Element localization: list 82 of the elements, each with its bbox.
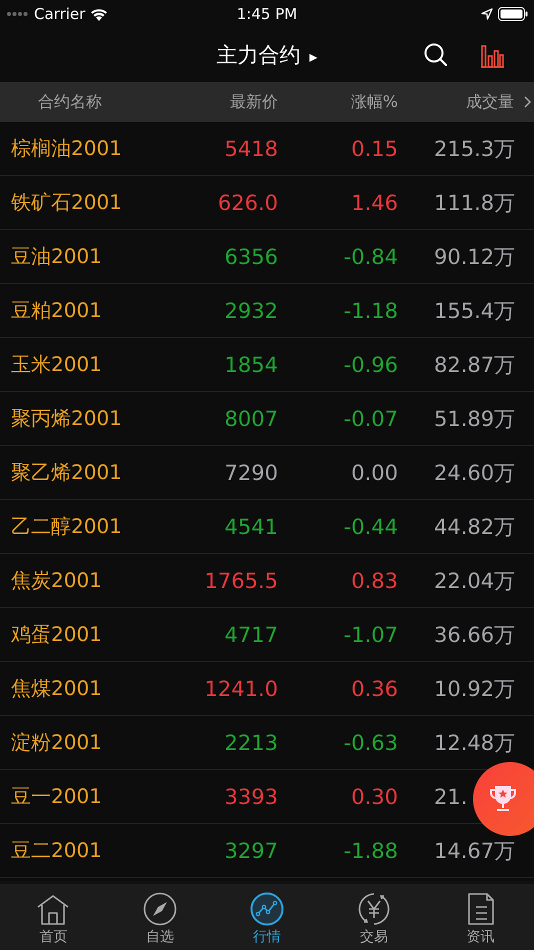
column-header: 最新价	[229, 92, 278, 112]
signal-icon	[7, 11, 29, 17]
change-cell-text: -1.07	[342, 622, 398, 646]
change-cell-text: -0.84	[342, 244, 398, 268]
location-icon	[481, 8, 493, 20]
column-header: 涨幅%	[350, 92, 398, 112]
chevron-right-icon[interactable]	[524, 96, 531, 108]
change-cell-text: -1.88	[342, 838, 398, 862]
change-cell-text: -0.63	[342, 730, 398, 754]
trophy-button[interactable]	[473, 762, 534, 836]
volume-cell: 111.8万	[434, 190, 516, 214]
contract-name[interactable]: 玉米2001	[0, 351, 196, 378]
tab-item[interactable]: 资讯	[427, 884, 534, 950]
volume-cell: 90.12万	[434, 244, 516, 268]
price-cell-text: 4541	[224, 514, 278, 538]
contract-name[interactable]: 聚乙烯2001	[0, 459, 196, 486]
price-cell-text: 2213	[224, 730, 278, 754]
change-cell-text: 0.83	[350, 568, 398, 592]
contract-name[interactable]: 豆粕2001	[0, 297, 196, 324]
bar-chart-icon[interactable]	[479, 42, 505, 68]
tab-item[interactable]: 首页	[0, 884, 107, 950]
volume-cell: 12.48万	[434, 730, 516, 754]
search-icon[interactable]	[423, 42, 449, 68]
volume-cell: 215.3万	[434, 136, 516, 160]
change-cell-text: 0.00	[350, 460, 398, 484]
tab-item[interactable]: 交易	[320, 884, 428, 950]
price-cell-text: 5418	[224, 136, 278, 160]
change-cell-text: -1.18	[342, 298, 398, 322]
home-icon	[36, 894, 70, 926]
price-cell-text: 2932	[224, 298, 278, 322]
status-time: 1:45 PM	[236, 5, 298, 23]
volume-cell: 155.4万	[434, 298, 516, 322]
volume-cell: 21.	[434, 784, 468, 808]
price-cell-text: 7290	[224, 460, 278, 484]
tab-item[interactable]: 自选	[106, 884, 214, 950]
volume-cell: 51.89万	[434, 406, 516, 430]
price-cell-text: 8007	[224, 406, 278, 430]
price-cell-text: 626.0	[216, 190, 278, 214]
change-cell-text: 0.15	[350, 136, 398, 160]
battery-icon	[498, 7, 528, 21]
change-cell-text: 0.30	[350, 784, 398, 808]
carrier-label: Carrier	[34, 5, 86, 23]
contract-name[interactable]: 豆一2001	[0, 783, 196, 810]
change-cell-text: 0.36	[350, 676, 398, 700]
price-cell-text: 1854	[224, 352, 278, 376]
volume-cell: 22.04万	[434, 568, 516, 592]
wifi-icon	[90, 8, 108, 20]
volume-cell: 10.92万	[434, 676, 516, 700]
change-cell-text: -0.07	[342, 406, 398, 430]
change-cell-text: -0.96	[342, 352, 398, 376]
volume-cell: 14.67万	[434, 838, 516, 862]
compass-icon	[143, 892, 178, 926]
price-cell-text: 1241.0	[204, 676, 278, 700]
market-selector[interactable]: 主力合约 ▸	[216, 41, 318, 69]
price-cell-text: 1765.5	[204, 568, 278, 592]
change-cell-text: 1.46	[350, 190, 398, 214]
column-header: 合约名称	[37, 92, 103, 112]
tab-item[interactable]: 行情	[214, 884, 320, 950]
price-cell-text: 3393	[224, 784, 278, 808]
contract-name[interactable]: 鸡蛋2001	[0, 621, 196, 648]
contract-name[interactable]: 淀粉2001	[0, 729, 196, 756]
contract-name[interactable]: 铁矿石2001	[0, 189, 196, 216]
contract-name[interactable]: 乙二醇2001	[0, 513, 196, 540]
contract-name[interactable]: 聚丙烯2001	[0, 405, 196, 432]
price-cell-text: 6356	[224, 244, 278, 268]
document-icon	[466, 892, 495, 926]
volume-cell: 44.82万	[434, 514, 516, 538]
contract-name[interactable]: 棕榈油2001	[0, 135, 196, 162]
contract-name[interactable]: 豆二2001	[0, 837, 196, 864]
yen-exchange-icon	[356, 892, 391, 926]
price-cell-text: 4717	[224, 622, 278, 646]
column-header[interactable]: 成交量	[398, 92, 514, 112]
change-cell-text: -0.44	[342, 514, 398, 538]
trend-chart-icon	[250, 892, 284, 926]
volume-cell: 82.87万	[434, 352, 516, 376]
volume-cell: 36.66万	[434, 622, 516, 646]
price-cell-text: 3297	[224, 838, 278, 862]
volume-cell: 24.60万	[434, 460, 516, 484]
contract-name[interactable]: 焦炭2001	[0, 567, 196, 594]
trophy-icon	[488, 784, 518, 814]
contract-name[interactable]: 焦煤2001	[0, 675, 196, 702]
contract-name[interactable]: 豆油2001	[0, 243, 196, 270]
